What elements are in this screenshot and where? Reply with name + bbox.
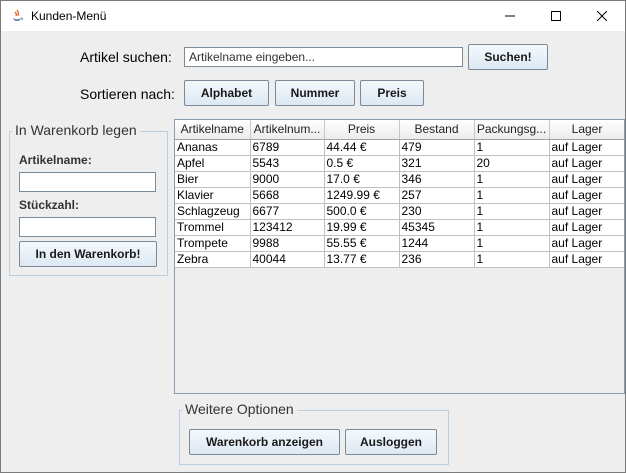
table-cell[interactable]: 1	[474, 187, 550, 204]
add-to-cart-title: In Warenkorb legen	[12, 122, 140, 138]
logout-button[interactable]: Ausloggen	[345, 429, 437, 455]
column-header[interactable]: Artikelnum...	[250, 120, 325, 140]
table-cell[interactable]: 1	[474, 251, 550, 268]
table-cell[interactable]: 5543	[250, 155, 325, 172]
table-row[interactable]: Ananas 6789 44.44 € 479 1 auf Lager	[175, 139, 624, 156]
table-cell[interactable]: 5668	[250, 187, 325, 204]
sort-alphabet-button[interactable]: Alphabet	[184, 80, 269, 106]
table-cell[interactable]: Trommel	[175, 219, 251, 236]
table-header-row: Artikelname Artikelnum... Preis Bestand …	[175, 120, 624, 140]
table-cell[interactable]: 230	[399, 203, 475, 220]
table-cell[interactable]: 44.44 €	[324, 139, 400, 156]
table-cell[interactable]: auf Lager	[549, 171, 624, 188]
table-cell[interactable]: 1	[474, 219, 550, 236]
table-cell[interactable]: Zebra	[175, 251, 251, 268]
table-row[interactable]: Apfel 5543 0.5 € 321 20 auf Lager	[175, 155, 624, 172]
table-cell[interactable]: 1244	[399, 235, 475, 252]
table-cell[interactable]: auf Lager	[549, 203, 624, 220]
more-options-title: Weitere Optionen	[182, 401, 297, 417]
table-cell[interactable]: 19.99 €	[324, 219, 400, 236]
sort-number-button[interactable]: Nummer	[275, 80, 355, 106]
column-header[interactable]: Preis	[324, 120, 400, 140]
table-row[interactable]: Zebra 40044 13.77 € 236 1 auf Lager	[175, 251, 624, 268]
add-to-cart-button[interactable]: In den Warenkorb!	[19, 241, 157, 267]
article-name-label: Artikelname:	[19, 153, 92, 167]
search-label: Artikel suchen:	[80, 49, 172, 65]
table-row[interactable]: Schlagzeug 6677 500.0 € 230 1 auf Lager	[175, 203, 624, 220]
table-cell[interactable]: 1	[474, 203, 550, 220]
table-cell[interactable]: 257	[399, 187, 475, 204]
table-cell[interactable]: 123412	[250, 219, 325, 236]
column-header[interactable]: Packungsg...	[474, 120, 550, 140]
window-title: Kunden-Menü	[31, 9, 107, 23]
quantity-field[interactable]	[19, 217, 156, 237]
app-window: Kunden-Menü Artikel suchen: Artikelname …	[0, 0, 626, 473]
table-cell[interactable]: Bier	[175, 171, 251, 188]
table-cell[interactable]: 9988	[250, 235, 325, 252]
title-bar[interactable]: Kunden-Menü	[1, 1, 625, 31]
table-cell[interactable]: auf Lager	[549, 219, 624, 236]
table-cell[interactable]: auf Lager	[549, 187, 624, 204]
table-cell[interactable]: 1	[474, 139, 550, 156]
table-cell[interactable]: Trompete	[175, 235, 251, 252]
table-row[interactable]: Klavier 5668 1249.99 € 257 1 auf Lager	[175, 187, 624, 204]
table-cell[interactable]: 40044	[250, 251, 325, 268]
close-button[interactable]	[579, 1, 625, 31]
sort-price-button[interactable]: Preis	[360, 80, 424, 106]
table-cell[interactable]: auf Lager	[549, 155, 624, 172]
product-table: Artikelname Artikelnum... Preis Bestand …	[175, 120, 624, 268]
table-cell[interactable]: 13.77 €	[324, 251, 400, 268]
table-cell[interactable]: 6789	[250, 139, 325, 156]
maximize-icon	[551, 11, 561, 21]
table-cell[interactable]: Klavier	[175, 187, 251, 204]
table-cell[interactable]: 1	[474, 171, 550, 188]
column-header[interactable]: Bestand	[399, 120, 475, 140]
table-cell[interactable]: auf Lager	[549, 251, 624, 268]
table-cell[interactable]: 1	[474, 235, 550, 252]
table-row[interactable]: Trommel 123412 19.99 € 45345 1 auf Lager	[175, 219, 624, 236]
show-cart-button[interactable]: Warenkorb anzeigen	[189, 429, 340, 455]
close-icon	[597, 11, 607, 21]
table-cell[interactable]: 500.0 €	[324, 203, 400, 220]
table-cell[interactable]: 479	[399, 139, 475, 156]
table-cell[interactable]: Apfel	[175, 155, 251, 172]
minimize-icon	[505, 15, 515, 17]
table-cell[interactable]: 6677	[250, 203, 325, 220]
column-header[interactable]: Lager	[549, 120, 624, 140]
table-cell[interactable]: 20	[474, 155, 550, 172]
table-cell[interactable]: 45345	[399, 219, 475, 236]
table-cell[interactable]: 346	[399, 171, 475, 188]
table-cell[interactable]: auf Lager	[549, 139, 624, 156]
table-cell[interactable]: 0.5 €	[324, 155, 400, 172]
table-cell[interactable]: 55.55 €	[324, 235, 400, 252]
search-input[interactable]: Artikelname eingeben...	[184, 47, 463, 67]
quantity-label: Stückzahl:	[19, 198, 80, 212]
product-table-scrollpane[interactable]: Artikelname Artikelnum... Preis Bestand …	[174, 119, 625, 394]
table-cell[interactable]: 17.0 €	[324, 171, 400, 188]
table-cell[interactable]: Schlagzeug	[175, 203, 251, 220]
table-cell[interactable]: 1249.99 €	[324, 187, 400, 204]
maximize-button[interactable]	[533, 1, 579, 31]
table-row[interactable]: Bier 9000 17.0 € 346 1 auf Lager	[175, 171, 624, 188]
table-cell[interactable]: 236	[399, 251, 475, 268]
table-row[interactable]: Trompete 9988 55.55 € 1244 1 auf Lager	[175, 235, 624, 252]
table-cell[interactable]: 321	[399, 155, 475, 172]
search-button[interactable]: Suchen!	[468, 44, 548, 70]
article-name-field[interactable]	[19, 172, 156, 192]
java-icon	[10, 9, 24, 23]
minimize-button[interactable]	[487, 1, 533, 31]
table-cell[interactable]: auf Lager	[549, 235, 624, 252]
table-cell[interactable]: 9000	[250, 171, 325, 188]
sort-label: Sortieren nach:	[80, 86, 175, 102]
table-cell[interactable]: Ananas	[175, 139, 251, 156]
column-header[interactable]: Artikelname	[175, 120, 251, 140]
